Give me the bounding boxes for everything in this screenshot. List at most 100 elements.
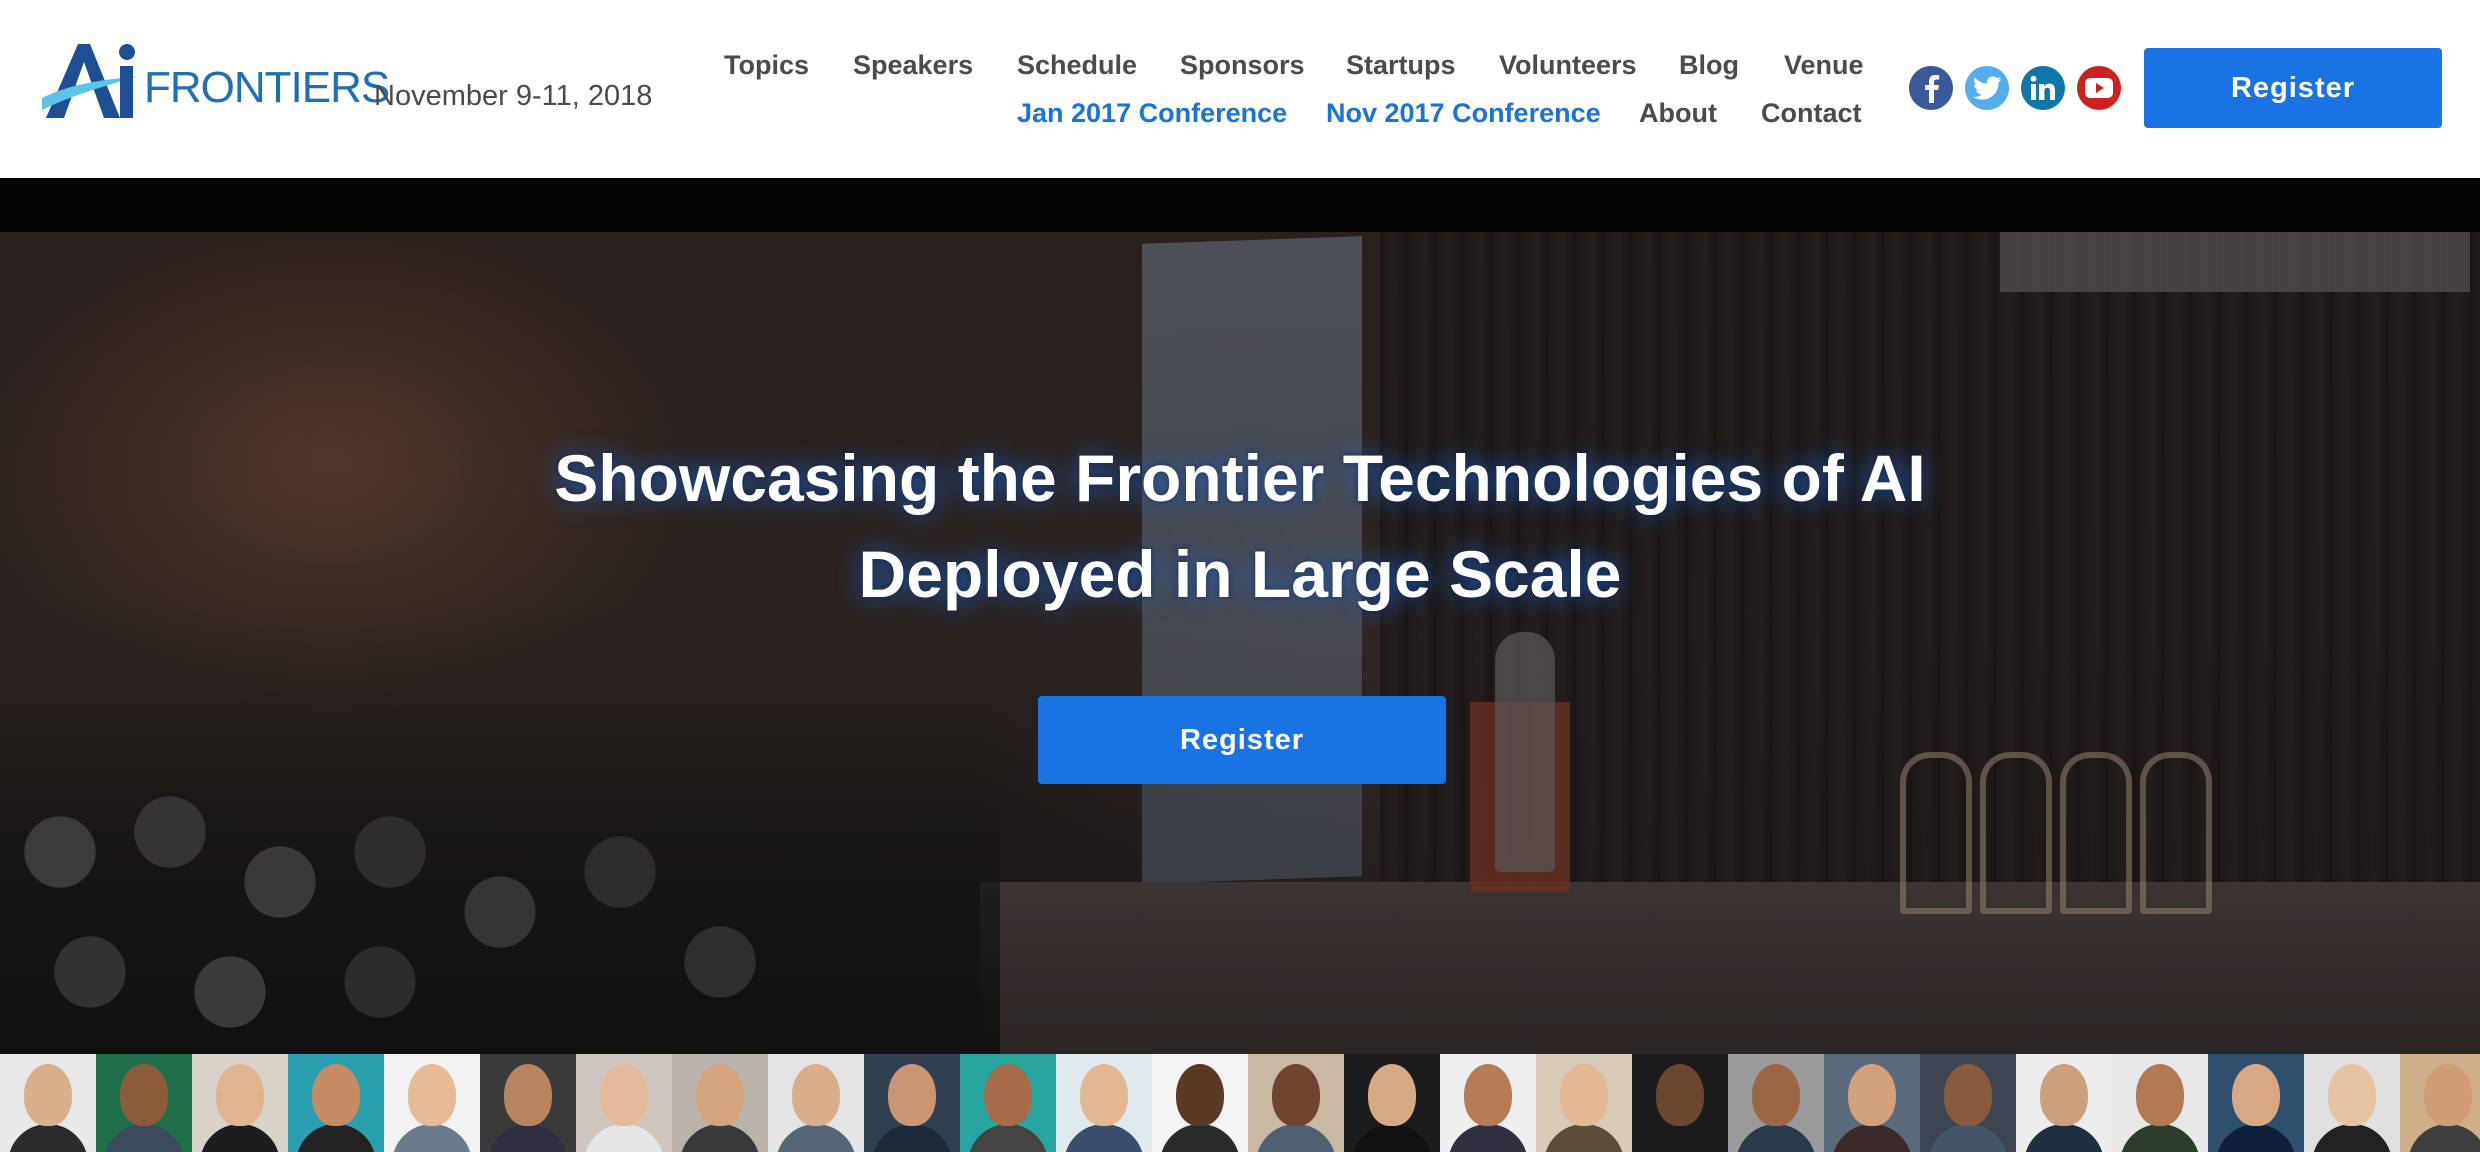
speaker-shoulders bbox=[2216, 1124, 2296, 1152]
speaker-shoulders bbox=[1736, 1124, 1816, 1152]
speaker-shoulders bbox=[488, 1124, 568, 1152]
speaker-face bbox=[1848, 1064, 1896, 1126]
speaker-photo[interactable] bbox=[2304, 1054, 2400, 1152]
speaker-photo[interactable] bbox=[1344, 1054, 1440, 1152]
nav-about[interactable]: About bbox=[1639, 100, 1717, 127]
speaker-face bbox=[2232, 1064, 2280, 1126]
speaker-photo[interactable] bbox=[1632, 1054, 1728, 1152]
speaker-face bbox=[1656, 1064, 1704, 1126]
youtube-icon[interactable] bbox=[2077, 66, 2121, 110]
stage-upper-banner-image bbox=[2000, 232, 2470, 292]
chair-image bbox=[1900, 752, 1972, 914]
nav-nov-2017-conference[interactable]: Nov 2017 Conference bbox=[1326, 100, 1601, 127]
speaker-shoulders bbox=[1544, 1124, 1624, 1152]
header-register-button[interactable]: Register bbox=[2144, 48, 2442, 128]
nav-speakers[interactable]: Speakers bbox=[853, 52, 973, 79]
event-date: November 9-11, 2018 bbox=[374, 80, 653, 112]
speaker-shoulders bbox=[296, 1124, 376, 1152]
speaker-shoulders bbox=[1256, 1124, 1336, 1152]
speaker-face bbox=[2040, 1064, 2088, 1126]
logo-wordmark: FRONTIERS bbox=[144, 63, 390, 112]
speaker-face bbox=[1944, 1064, 1992, 1126]
speaker-photo[interactable] bbox=[1824, 1054, 1920, 1152]
speaker-face bbox=[1560, 1064, 1608, 1126]
nav-sponsors[interactable]: Sponsors bbox=[1180, 52, 1305, 79]
hero-headline: Showcasing the Frontier Technologies of … bbox=[0, 430, 2480, 622]
nav-schedule[interactable]: Schedule bbox=[1017, 52, 1137, 79]
speaker-photo[interactable] bbox=[288, 1054, 384, 1152]
speaker-shoulders bbox=[680, 1124, 760, 1152]
speaker-shoulders bbox=[1160, 1124, 1240, 1152]
speaker-face bbox=[2424, 1064, 2472, 1126]
hero-headline-line-1: Showcasing the Frontier Technologies of … bbox=[554, 441, 1926, 515]
speaker-face bbox=[1464, 1064, 1512, 1126]
speaker-shoulders bbox=[104, 1124, 184, 1152]
speaker-shoulders bbox=[968, 1124, 1048, 1152]
speaker-shoulders bbox=[872, 1124, 952, 1152]
nav-startups[interactable]: Startups bbox=[1346, 52, 1456, 79]
speaker-photo[interactable] bbox=[2016, 1054, 2112, 1152]
stage-floor-image bbox=[980, 882, 2480, 1054]
speaker-shoulders bbox=[584, 1124, 664, 1152]
nav-jan-2017-conference[interactable]: Jan 2017 Conference bbox=[1017, 100, 1287, 127]
speaker-photo[interactable] bbox=[0, 1054, 96, 1152]
ai-frontiers-logo[interactable]: FRONTIERS bbox=[40, 40, 390, 122]
nav-venue[interactable]: Venue bbox=[1784, 52, 1864, 79]
speaker-face bbox=[888, 1064, 936, 1126]
speaker-photo-strip bbox=[0, 1054, 2480, 1152]
speaker-photo[interactable] bbox=[1056, 1054, 1152, 1152]
presenter-figure-image bbox=[1495, 632, 1555, 872]
chair-image bbox=[1980, 752, 2052, 914]
speaker-face bbox=[1752, 1064, 1800, 1126]
speaker-shoulders bbox=[1928, 1124, 2008, 1152]
speaker-photo[interactable] bbox=[384, 1054, 480, 1152]
speaker-face bbox=[984, 1064, 1032, 1126]
speaker-shoulders bbox=[392, 1124, 472, 1152]
speaker-shoulders bbox=[2312, 1124, 2392, 1152]
speaker-face bbox=[504, 1064, 552, 1126]
speaker-photo[interactable] bbox=[1248, 1054, 1344, 1152]
speaker-shoulders bbox=[1352, 1124, 1432, 1152]
speaker-shoulders bbox=[1640, 1124, 1720, 1152]
nav-contact[interactable]: Contact bbox=[1761, 100, 1862, 127]
speaker-shoulders bbox=[1448, 1124, 1528, 1152]
nav-blog[interactable]: Blog bbox=[1679, 52, 1739, 79]
speaker-photo[interactable] bbox=[672, 1054, 768, 1152]
hero-headline-line-2: Deployed in Large Scale bbox=[858, 537, 1622, 611]
twitter-icon[interactable] bbox=[1965, 66, 2009, 110]
speaker-photo[interactable] bbox=[1920, 1054, 2016, 1152]
speaker-photo[interactable] bbox=[2112, 1054, 2208, 1152]
speaker-photo[interactable] bbox=[768, 1054, 864, 1152]
speaker-shoulders bbox=[8, 1124, 88, 1152]
speaker-photo[interactable] bbox=[576, 1054, 672, 1152]
speaker-shoulders bbox=[2408, 1124, 2480, 1152]
ai-logo-mark-icon bbox=[42, 44, 138, 118]
speaker-shoulders bbox=[1064, 1124, 1144, 1152]
hero-top-band bbox=[0, 178, 2480, 232]
speaker-face bbox=[216, 1064, 264, 1126]
speaker-photo[interactable] bbox=[96, 1054, 192, 1152]
speaker-photo[interactable] bbox=[1440, 1054, 1536, 1152]
nav-topics[interactable]: Topics bbox=[724, 52, 809, 79]
speaker-photo[interactable] bbox=[864, 1054, 960, 1152]
speaker-face bbox=[696, 1064, 744, 1126]
speaker-photo[interactable] bbox=[1152, 1054, 1248, 1152]
hero-register-button[interactable]: Register bbox=[1038, 696, 1446, 784]
speaker-photo[interactable] bbox=[1536, 1054, 1632, 1152]
speaker-photo[interactable] bbox=[192, 1054, 288, 1152]
facebook-icon[interactable] bbox=[1909, 66, 1953, 110]
speaker-photo[interactable] bbox=[960, 1054, 1056, 1152]
speaker-photo[interactable] bbox=[2208, 1054, 2304, 1152]
speaker-photo[interactable] bbox=[2400, 1054, 2480, 1152]
speaker-face bbox=[600, 1064, 648, 1126]
site-header: FRONTIERS November 9-11, 2018 Topics Spe… bbox=[0, 0, 2480, 178]
speaker-shoulders bbox=[776, 1124, 856, 1152]
linkedin-icon[interactable] bbox=[2021, 66, 2065, 110]
speaker-photo[interactable] bbox=[1728, 1054, 1824, 1152]
speaker-face bbox=[24, 1064, 72, 1126]
speaker-face bbox=[1080, 1064, 1128, 1126]
speaker-photo[interactable] bbox=[480, 1054, 576, 1152]
speaker-face bbox=[312, 1064, 360, 1126]
nav-volunteers[interactable]: Volunteers bbox=[1499, 52, 1637, 79]
speaker-face bbox=[2328, 1064, 2376, 1126]
